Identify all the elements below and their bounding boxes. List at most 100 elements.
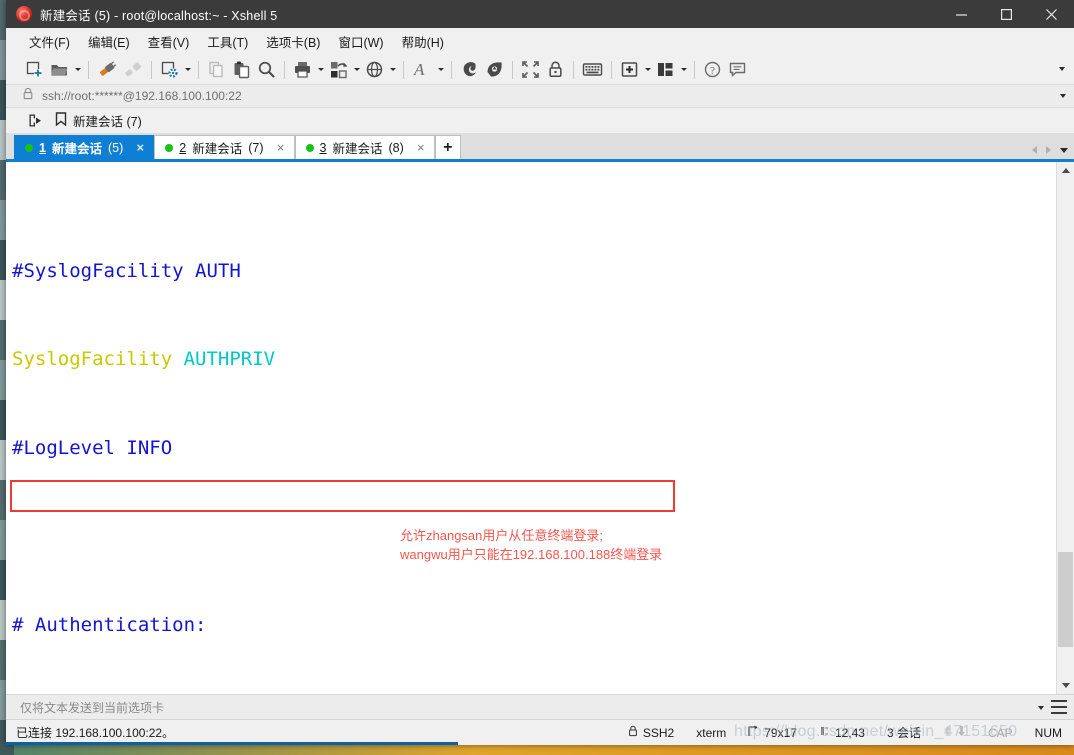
status-num-lock: NUM [1034,725,1062,740]
cursor-icon [819,725,830,740]
menu-edit[interactable]: 编辑(E) [79,28,139,55]
tab-strip: 1 新建会话 (5) × 2 新建会话 (7) × 3 新建会话 (8) × + [6,133,1074,159]
menu-tab[interactable]: 选项卡(B) [257,28,329,55]
address-dropdown-icon[interactable] [1060,94,1066,98]
chevron-down-icon[interactable] [1060,147,1068,153]
toolbar: A ? [6,55,1074,84]
address-input[interactable]: ssh://root:******@192.168.100.100:22 [42,89,242,103]
tab-close-button[interactable]: × [274,141,288,155]
terminal-line: SyslogFacility AUTHPRIV [12,345,1056,375]
fullscreen-icon[interactable] [518,58,543,82]
layout-icon[interactable] [653,58,678,82]
session-properties-icon[interactable] [157,58,182,82]
session-properties-dropdown-icon[interactable] [182,68,193,71]
terminal-line: #SyslogFacility AUTH [12,257,1056,287]
status-sessions[interactable]: 3 会话 [887,724,921,741]
title-bar: 新建会话 (5) - root@localhost:~ - Xshell 5 [6,0,1074,28]
menu-view[interactable]: 查看(V) [139,28,199,55]
tab-count: (5) [107,140,124,155]
chevron-up-icon[interactable] [1057,162,1074,179]
web-browser-icon[interactable] [362,58,387,82]
bookmark-session-item[interactable]: 新建会话 (7) [49,109,148,132]
status-protocol[interactable]: SSH2 [628,725,674,740]
status-size[interactable]: 79x17 [748,725,797,740]
open-session-icon[interactable] [47,58,72,82]
open-folder-arrow-icon[interactable] [22,111,49,130]
lock-icon[interactable] [543,58,568,82]
window-title: 新建会话 (5) - root@localhost:~ - Xshell 5 [40,8,278,23]
tab-number: 3 [319,140,327,155]
new-tab-dropdown-icon[interactable] [642,68,653,71]
scrollbar-thumb[interactable] [1058,552,1073,647]
font-dropdown-icon[interactable] [435,68,446,71]
copy-icon [204,58,229,82]
toolbar-overflow-button[interactable] [1056,63,1068,75]
lock-icon [22,87,34,105]
menu-window[interactable]: 窗口(W) [329,28,392,55]
download-icon [957,725,966,740]
status-size-label: 79x17 [764,725,797,740]
terminal-scrollbar[interactable] [1056,162,1074,694]
close-button[interactable] [1029,0,1074,28]
menu-tools[interactable]: 工具(T) [198,28,257,55]
minimize-button[interactable] [939,0,984,28]
tab-close-button[interactable]: × [133,141,147,155]
help-icon[interactable]: ? [700,58,725,82]
send-target-dropdown-icon[interactable] [1038,706,1044,710]
tab-session-2[interactable]: 2 新建会话 (7) × [154,135,295,159]
send-text-bar[interactable]: 仅将文本发送到当前选项卡 [6,694,1074,719]
menu-file[interactable]: 文件(F) [20,28,79,55]
connect-icon[interactable] [94,58,120,82]
toolbar-separator [512,60,513,79]
feedback-icon[interactable] [725,58,750,82]
toolbar-separator [198,60,199,79]
connection-status: 已连接 192.168.100.100:22。 [16,726,175,740]
print-icon[interactable] [290,58,315,82]
new-tab-icon[interactable] [617,58,642,82]
taskbar-accent [6,742,458,745]
toolbar-separator [88,60,89,79]
status-cursor[interactable]: 12,43 [819,725,865,740]
maximize-button[interactable] [984,0,1029,28]
chevron-right-icon[interactable] [1046,146,1051,154]
menu-bar: 文件(F) 编辑(E) 查看(V) 工具(T) 选项卡(B) 窗口(W) 帮助(… [6,28,1074,55]
tab-close-button[interactable]: × [414,141,428,155]
disconnect-icon [120,58,146,82]
status-bar-right: SSH2 xterm 79x17 12,43 3 会话 CAP NUM [628,724,1074,741]
tab-session-3[interactable]: 3 新建会话 (8) × [294,135,435,159]
print-dropdown-icon[interactable] [315,68,326,71]
send-text-input[interactable]: 仅将文本发送到当前选项卡 [20,699,164,716]
terminal-area: #SyslogFacility AUTH SyslogFacility AUTH… [6,159,1074,694]
font-icon[interactable]: A [409,58,435,82]
toolbar-separator [151,60,152,79]
web-browser-dropdown-icon[interactable] [387,68,398,71]
chevron-down-icon[interactable] [1057,677,1074,694]
bookmark-icon [55,112,67,129]
new-tab-button[interactable]: + [434,135,461,159]
resize-icon [748,725,759,740]
tab-session-1[interactable]: 1 新建会话 (5) × [14,135,155,159]
annotation-text: 允许zhangsan用户从任意终端登录; wangwu用户只能在192.168.… [400,526,662,564]
menu-help[interactable]: 帮助(H) [393,28,453,55]
paste-icon[interactable] [229,58,254,82]
file-transfer-icon[interactable] [326,58,351,82]
new-session-icon[interactable] [22,58,47,82]
find-icon[interactable] [254,58,279,82]
annotation-highlight-box [10,480,675,512]
xftp-icon[interactable] [482,58,507,82]
tab-label: 新建会话 [51,142,102,156]
status-terminal-type[interactable]: xterm [696,726,726,740]
toolbar-separator [611,60,612,79]
terminal-screen[interactable]: #SyslogFacility AUTH SyslogFacility AUTH… [6,162,1056,694]
toolbar-separator [573,60,574,79]
xshell-icon[interactable] [457,58,482,82]
open-session-dropdown-icon[interactable] [72,68,83,71]
layout-dropdown-icon[interactable] [678,68,689,71]
chevron-left-icon[interactable] [1032,146,1037,154]
svg-text:A: A [413,60,425,79]
address-bar[interactable]: ssh://root:******@192.168.100.100:22 [6,84,1074,108]
hamburger-icon[interactable] [1051,700,1067,714]
file-transfer-dropdown-icon[interactable] [351,68,362,71]
keyboard-icon[interactable] [579,58,606,82]
xshell-main-window: 新建会话 (5) - root@localhost:~ - Xshell 5 文… [6,0,1074,745]
